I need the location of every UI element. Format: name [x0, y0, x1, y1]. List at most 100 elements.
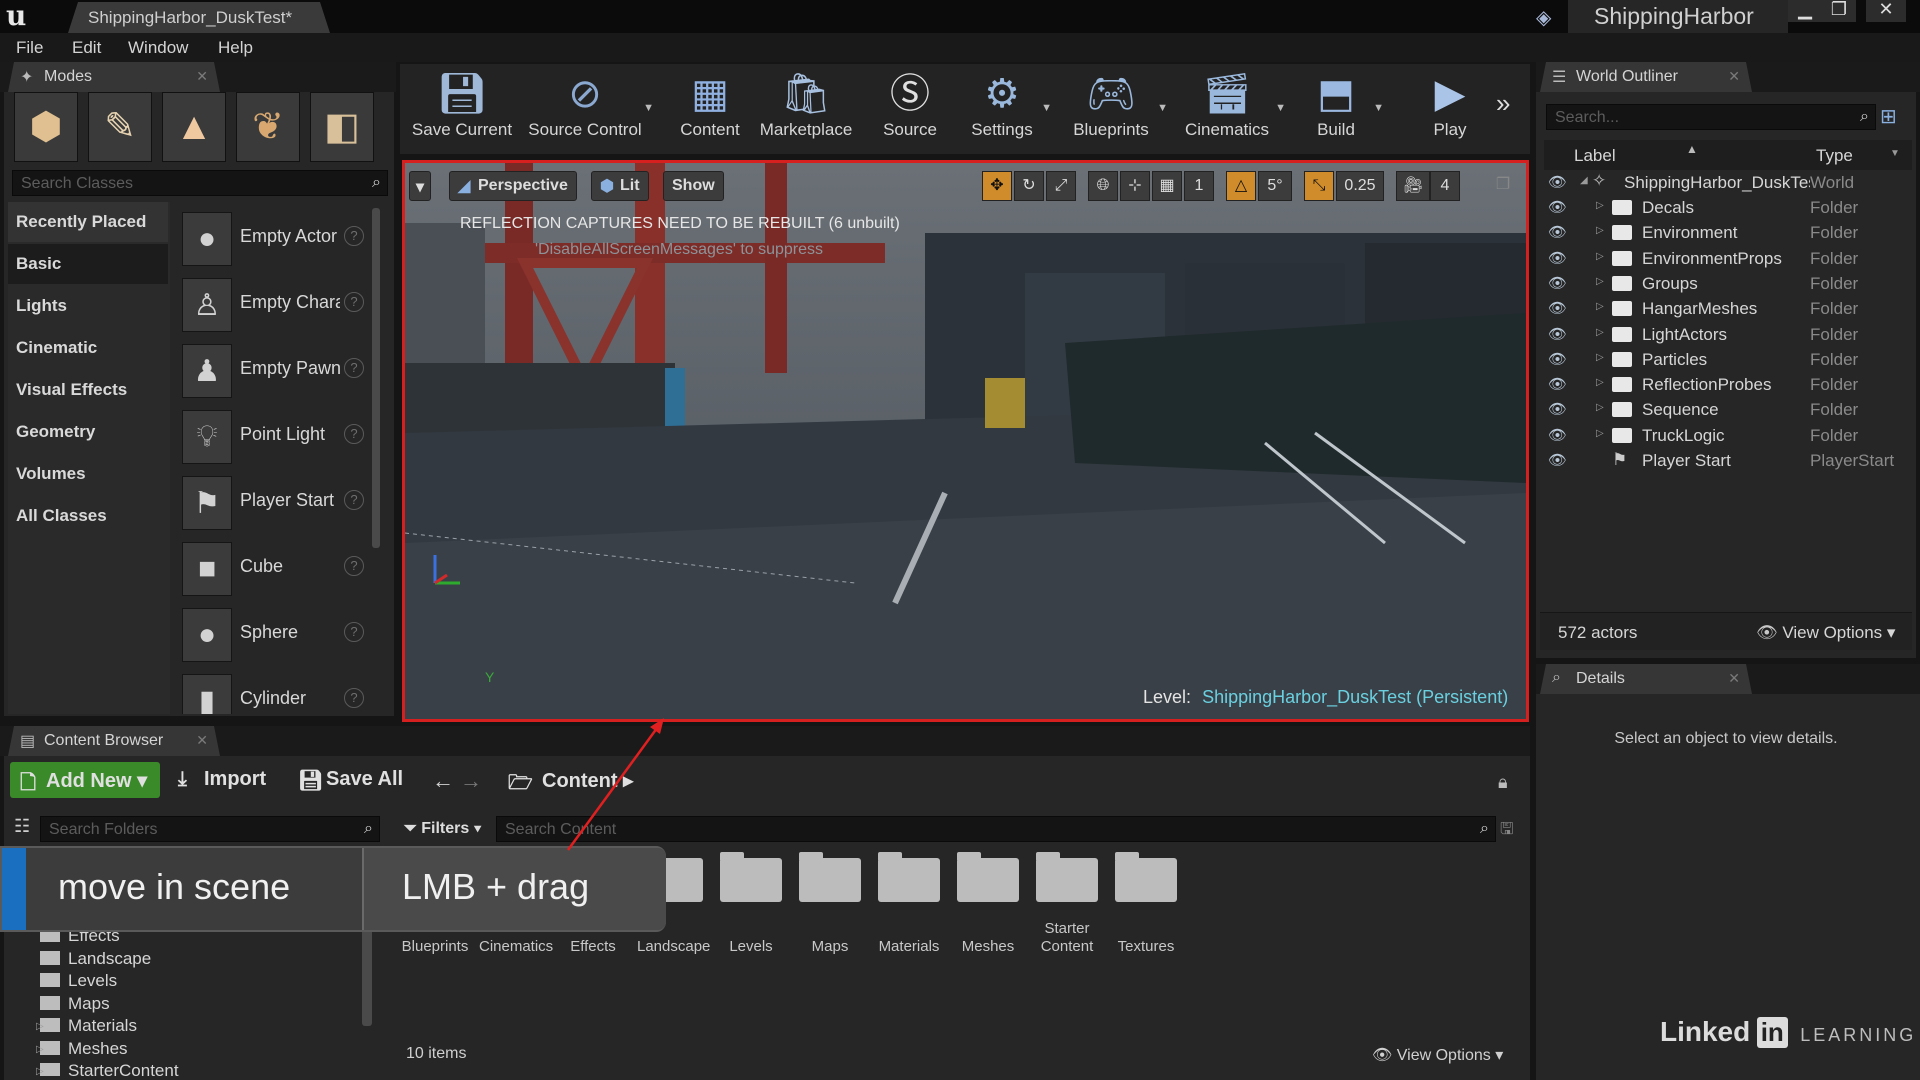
close-button[interactable]: ✕	[1866, 0, 1906, 22]
grid-snap-icon[interactable]: ▦	[1152, 171, 1182, 201]
help-icon[interactable]: ?	[344, 226, 364, 246]
expand-arrow-icon[interactable]: ▷	[36, 1044, 44, 1055]
settings-button[interactable]: ⚙ Settings ▼	[962, 68, 1052, 148]
forward-arrow-icon[interactable]: →	[460, 768, 482, 794]
actor-item-point-light[interactable]: 💡︎ Point Light ?	[178, 406, 368, 466]
visibility-eye-icon[interactable]: 👁︎	[1548, 451, 1567, 469]
content-browser-tab[interactable]: ▤ Content Browser ✕	[8, 726, 220, 756]
help-icon[interactable]: ?	[344, 424, 364, 444]
help-icon[interactable]: ?	[344, 556, 364, 576]
chevron-down-icon[interactable]: ▼	[1157, 102, 1168, 114]
help-icon[interactable]: ?	[344, 292, 364, 312]
outliner-row[interactable]: 👁︎ ▷ LightActors Folder	[1540, 323, 1910, 348]
expand-arrow-icon[interactable]: ▷	[36, 1066, 44, 1076]
play-button[interactable]: ▶ Play	[1408, 68, 1492, 148]
menu-file[interactable]: File	[16, 38, 43, 58]
sources-toggle-icon[interactable]: ☷	[14, 816, 30, 837]
expand-arrow-icon[interactable]: ▷	[1596, 200, 1604, 211]
asset-folder[interactable]: Meshes	[953, 852, 1023, 956]
outliner-row[interactable]: 👁︎ ▷ Environment Folder	[1540, 221, 1910, 246]
tree-folder-item[interactable]: ▷ Meshes	[36, 1039, 128, 1061]
lit-button[interactable]: ⬢ Lit	[591, 171, 649, 201]
label-column-header[interactable]: Label	[1574, 146, 1616, 166]
category-lights[interactable]: Lights	[8, 286, 168, 326]
world-outliner-tab[interactable]: ☰ World Outliner ✕	[1540, 62, 1752, 92]
translate-tool-icon[interactable]: ✥	[982, 171, 1012, 201]
actor-item-cylinder[interactable]: ▮ Cylinder ?	[178, 670, 368, 714]
tree-folder-item[interactable]: Landscape	[40, 949, 151, 971]
type-column-header[interactable]: Type	[1816, 146, 1853, 166]
menu-help[interactable]: Help	[218, 38, 253, 58]
chevron-down-icon[interactable]: ▼	[643, 102, 654, 114]
asset-folder[interactable]: Levels	[716, 852, 786, 956]
foliage-mode-icon[interactable]: ❦	[236, 92, 300, 162]
toolbar-overflow-icon[interactable]: »	[1496, 88, 1524, 118]
visibility-eye-icon[interactable]: 👁︎	[1548, 223, 1567, 241]
help-icon[interactable]: ?	[344, 622, 364, 642]
visibility-eye-icon[interactable]: 👁︎	[1548, 400, 1567, 418]
close-icon[interactable]: ✕	[1728, 68, 1740, 85]
chevron-down-icon[interactable]: ▼	[1041, 102, 1052, 114]
rotation-snap-value[interactable]: 5°	[1258, 171, 1292, 201]
actor-item-cube[interactable]: ■ Cube ?	[178, 538, 368, 598]
asset-folder[interactable]: Materials	[874, 852, 944, 956]
menu-window[interactable]: Window	[128, 38, 188, 58]
camera-speed-icon[interactable]: 🎥︎	[1396, 171, 1430, 201]
place-mode-icon[interactable]: ⬢	[14, 92, 78, 162]
scale-snap-value[interactable]: 0.25	[1336, 171, 1384, 201]
content-view-options-button[interactable]: 👁︎ View Options ▾	[1372, 1045, 1503, 1065]
help-icon[interactable]: ?	[344, 490, 364, 510]
search-classes-input[interactable]: Search Classes ⌕	[12, 170, 388, 196]
outliner-row[interactable]: 👁︎ ▷ HangarMeshes Folder	[1540, 297, 1910, 322]
actor-item-empty-actor[interactable]: ● Empty Actor ?	[178, 208, 368, 268]
document-tab[interactable]: ShippingHarbor_DuskTest*	[68, 2, 330, 33]
outliner-row[interactable]: 👁︎ ▷ EnvironmentProps Folder	[1540, 247, 1910, 272]
expand-arrow-icon[interactable]: ◢	[1580, 175, 1588, 186]
help-icon[interactable]: ?	[344, 688, 364, 708]
chevron-down-icon[interactable]: ▼	[1890, 148, 1900, 159]
marketplace-button[interactable]: 🛍︎ Marketplace	[756, 68, 856, 148]
maximize-viewport-icon[interactable]: ❐	[1488, 171, 1518, 201]
source-control-button[interactable]: ⊘ Source Control ▼	[526, 68, 654, 148]
outliner-row[interactable]: 👁︎ ▷ Sequence Folder	[1540, 398, 1910, 423]
cinematics-button[interactable]: 🎬︎ Cinematics ▼	[1178, 68, 1286, 148]
expand-arrow-icon[interactable]: ▷	[1596, 301, 1604, 312]
outliner-row[interactable]: 👁︎ ▷ ReflectionProbes Folder	[1540, 373, 1910, 398]
visibility-eye-icon[interactable]: 👁︎	[1548, 274, 1567, 292]
category-basic[interactable]: Basic	[8, 244, 168, 284]
surface-snap-icon[interactable]: ⊹	[1120, 171, 1150, 201]
outliner-player-start-row[interactable]: 👁︎ ⚑ Player Start PlayerStart	[1540, 449, 1910, 474]
add-folder-icon[interactable]: ⊞	[1880, 104, 1908, 130]
visibility-eye-icon[interactable]: 👁︎	[1548, 299, 1567, 317]
category-geometry[interactable]: Geometry	[8, 412, 168, 452]
chevron-down-icon[interactable]: ▼	[1373, 102, 1384, 114]
tree-folder-item[interactable]: Maps	[40, 994, 110, 1016]
show-button[interactable]: Show	[663, 171, 724, 201]
rotate-tool-icon[interactable]: ↻	[1014, 171, 1044, 201]
add-new-button[interactable]: 🗋︎ Add New ▾	[10, 762, 160, 798]
outliner-row[interactable]: 👁︎ ▷ Decals Folder	[1540, 196, 1910, 221]
expand-arrow-icon[interactable]: ▷	[1596, 402, 1604, 413]
expand-arrow-icon[interactable]: ▷	[1596, 352, 1604, 363]
lock-icon[interactable]: 🔒︎	[1498, 772, 1508, 793]
modes-scrollbar[interactable]	[372, 208, 380, 548]
blueprints-button[interactable]: 🎮︎ Blueprints ▼	[1064, 68, 1168, 148]
close-icon[interactable]: ✕	[196, 68, 208, 85]
visibility-eye-icon[interactable]: 👁︎	[1548, 350, 1567, 368]
visibility-eye-icon[interactable]: 👁︎	[1548, 325, 1567, 343]
search-folders-input[interactable]: Search Folders ⌕	[40, 816, 380, 842]
rotation-snap-icon[interactable]: △	[1226, 171, 1256, 201]
menu-edit[interactable]: Edit	[72, 38, 101, 58]
category-recently-placed[interactable]: Recently Placed	[8, 202, 168, 242]
build-button[interactable]: ⬒ Build ▼	[1298, 68, 1384, 148]
asset-folder[interactable]: Starter Content	[1032, 852, 1102, 956]
outliner-root-row[interactable]: 👁︎ ◢ ✧ ShippingHarbor_DuskTest (Editor) …	[1540, 171, 1910, 196]
visibility-eye-icon[interactable]: 👁︎	[1548, 426, 1567, 444]
category-volumes[interactable]: Volumes	[8, 454, 168, 494]
actor-item-sphere[interactable]: ● Sphere ?	[178, 604, 368, 664]
perspective-button[interactable]: ◢ Perspective	[449, 171, 577, 201]
visibility-eye-icon[interactable]: 👁︎	[1548, 173, 1567, 191]
actor-item-empty-character[interactable]: ♙ Empty Character ?	[178, 274, 368, 334]
close-icon[interactable]: ✕	[1728, 670, 1740, 687]
visibility-eye-icon[interactable]: 👁︎	[1548, 198, 1567, 216]
